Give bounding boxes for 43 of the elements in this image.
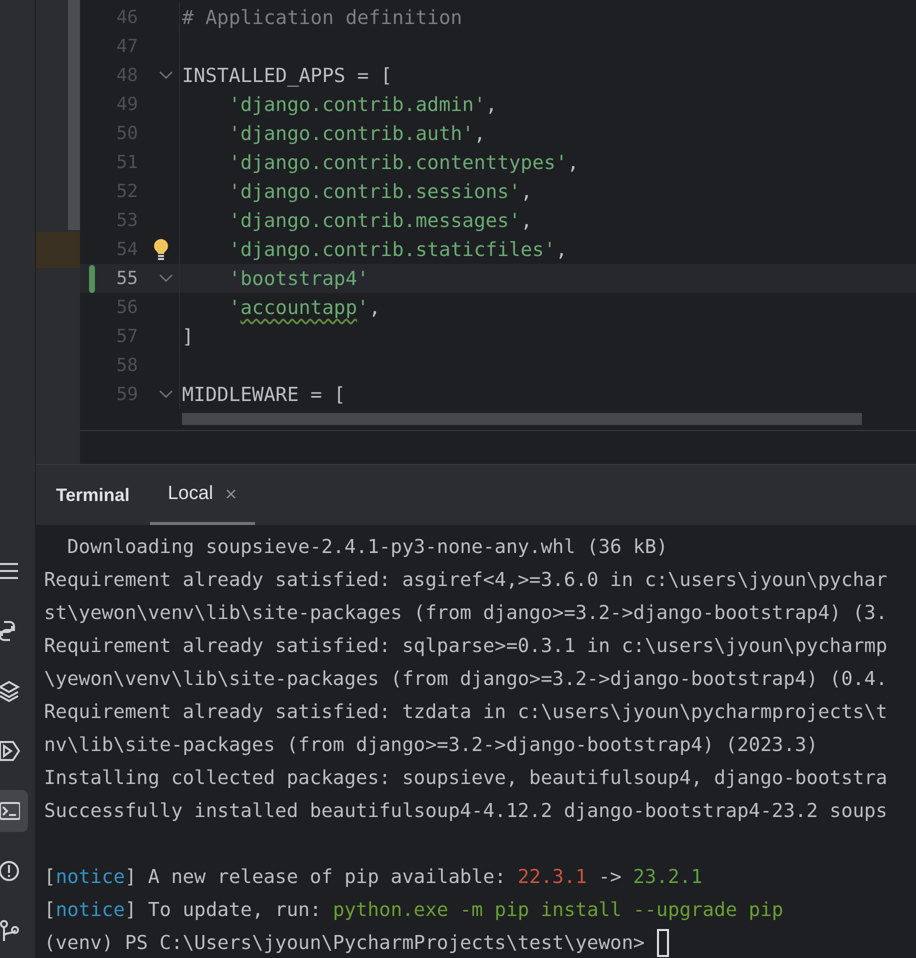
- output-line: st\yewon\venv\lib\site-packages (from django>=3.2->django-bootstrap4) (3.: [44, 601, 888, 624]
- fold-icon[interactable]: [159, 71, 173, 80]
- code-line: 'accountapp',: [228, 296, 380, 319]
- horizontal-scrollbar[interactable]: [182, 413, 862, 425]
- code-line: 'django.contrib.staticfiles',: [228, 238, 568, 261]
- code-line: 'django.contrib.contenttypes',: [228, 151, 579, 174]
- menu-icon: [0, 560, 20, 582]
- line-number: 55: [115, 268, 138, 289]
- output-line: Requirement already satisfied: sqlparse>=0.3.1 in c:\users\jyoun\pycharmp: [44, 634, 888, 657]
- panel-title: Terminal: [56, 484, 130, 506]
- code-line: 'django.contrib.admin',: [228, 93, 498, 116]
- output-line: Installing collected packages: soupsieve, beautifulsoup4, django-bootstra: [44, 766, 888, 789]
- vertical-scrollbar[interactable]: [68, 0, 80, 230]
- output-line: Requirement already satisfied: tzdata in c:\users\jyoun\pycharmprojects\t: [44, 700, 888, 723]
- code-line: INSTALLED_APPS = [: [182, 64, 392, 87]
- code-line: # Application definition: [182, 6, 462, 29]
- code-line: 'bootstrap4': [228, 267, 369, 290]
- selection-highlight: [36, 232, 80, 268]
- warning-icon: [0, 860, 20, 882]
- code-line: 'django.contrib.sessions',: [228, 180, 532, 203]
- prompt-line: (venv) PS C:\Users\jyoun\PycharmProjects\test\yewon>: [44, 931, 645, 954]
- code-line: ]: [182, 325, 194, 348]
- output-line: \yewon\venv\lib\site-packages (from django>=3.2->django-bootstrap4) (0.4.: [44, 667, 888, 690]
- code-line: 'django.contrib.messages',: [228, 209, 532, 232]
- output-line: [notice] To update, run: python.exe -m pip install --upgrade pip: [44, 898, 784, 921]
- close-icon[interactable]: [225, 488, 238, 500]
- fold-icon[interactable]: [159, 390, 173, 399]
- output-line: Successfully installed beautifulsoup4-4.12.2 django-bootstrap4-23.2 soups: [44, 799, 888, 822]
- terminal-icon: [0, 800, 20, 822]
- branch-icon: [0, 920, 20, 942]
- terminal-tab[interactable]: Local: [150, 465, 256, 525]
- fold-icon[interactable]: [159, 274, 173, 283]
- output-line: nv\lib\site-packages (from django>=3.2->django-bootstrap4) (2023.3): [44, 733, 818, 756]
- output-line: Downloading soupsieve-2.4.1-py3-none-any.whl (36 kB): [66, 535, 668, 558]
- tool-button[interactable]: [0, 790, 28, 832]
- layers-icon: [0, 680, 20, 702]
- code-editor[interactable]: [80, 0, 916, 431]
- code-line: MIDDLEWARE = [: [182, 383, 346, 406]
- output-line: [notice] A new release of pip available: 22.3.1 -> 23.2.1: [44, 865, 702, 888]
- code-line: 'django.contrib.auth',: [228, 122, 486, 145]
- text-cursor: [656, 928, 669, 956]
- run-icon: [0, 740, 20, 762]
- output-line: Requirement already satisfied: asgiref<4,>=3.6.0 in c:\users\jyoun\pychar: [44, 568, 888, 591]
